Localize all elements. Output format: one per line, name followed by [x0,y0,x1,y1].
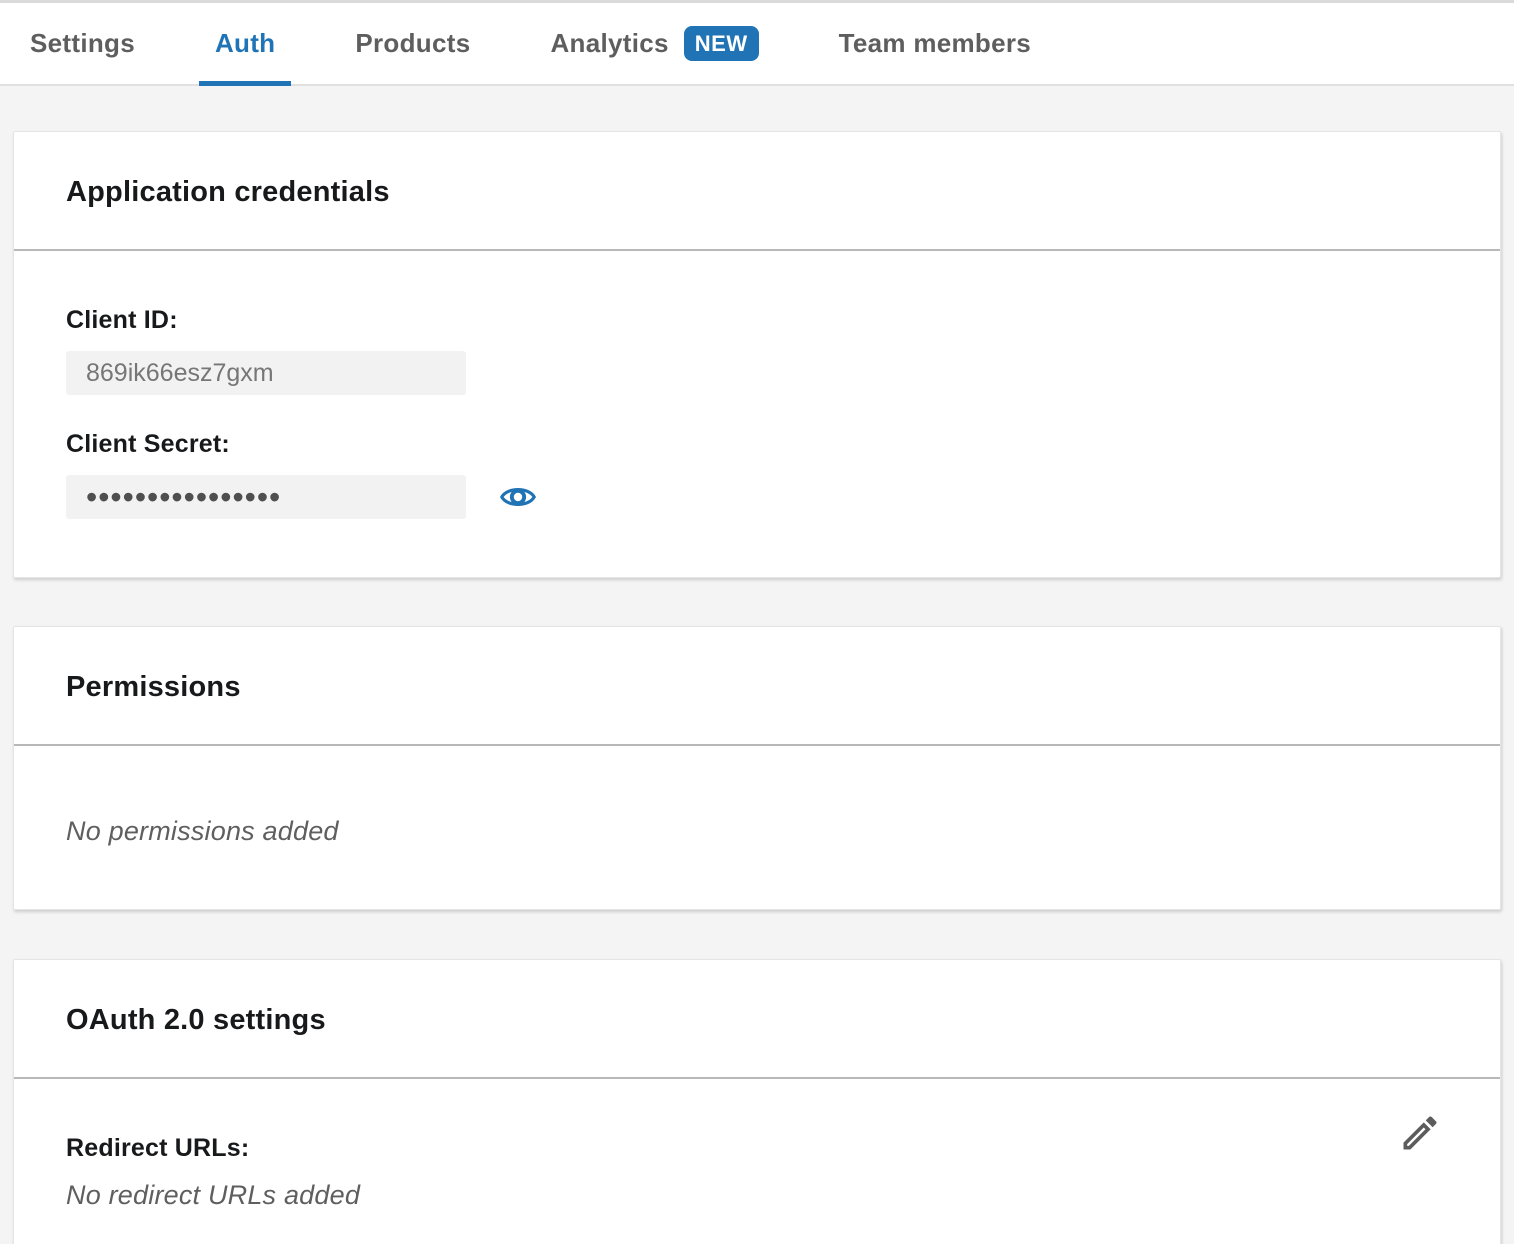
client-id-label: Client ID: [66,306,1448,335]
eye-icon [500,499,536,514]
pencil-icon [1398,1143,1442,1158]
permissions-header: Permissions [14,627,1500,746]
tab-products[interactable]: Products [339,3,486,84]
oauth-settings-title: OAuth 2.0 settings [66,1004,1448,1037]
client-secret-label: Client Secret: [66,430,1448,459]
application-credentials-body: Client ID: 869ik66esz7gxm Client Secret:… [14,251,1500,577]
application-credentials-card: Application credentials Client ID: 869ik… [13,131,1501,578]
app-tabs: Settings Auth Products Analytics NEW Tea… [0,0,1514,86]
permissions-body: No permissions added [14,746,1500,909]
tab-products-label: Products [355,28,470,59]
tab-analytics[interactable]: Analytics NEW [534,3,774,84]
reveal-secret-button[interactable] [500,483,536,511]
client-id-field[interactable]: 869ik66esz7gxm [66,351,466,395]
tab-analytics-label: Analytics [550,28,668,59]
tab-auth-label: Auth [215,28,275,59]
permissions-empty-text: No permissions added [66,816,1448,847]
auth-page: Application credentials Client ID: 869ik… [0,131,1514,1244]
redirect-urls-label: Redirect URLs: [66,1134,1448,1163]
client-secret-row: •••••••••••••••• [66,459,1448,519]
application-credentials-header: Application credentials [14,132,1500,251]
tab-settings[interactable]: Settings [14,3,151,84]
permissions-title: Permissions [66,671,1448,704]
permissions-card: Permissions No permissions added [13,626,1501,910]
tab-team-members[interactable]: Team members [823,3,1047,84]
oauth-settings-card: OAuth 2.0 settings Redirect URLs: No red… [13,959,1501,1244]
application-credentials-title: Application credentials [66,176,1448,209]
new-badge: NEW [684,26,759,61]
tab-auth[interactable]: Auth [199,3,291,84]
oauth-settings-body: Redirect URLs: No redirect URLs added [14,1079,1500,1244]
client-secret-field[interactable]: •••••••••••••••• [66,475,466,519]
tab-team-members-label: Team members [839,28,1031,59]
tab-settings-label: Settings [30,28,135,59]
redirect-urls-empty-text: No redirect URLs added [66,1180,1448,1211]
edit-redirect-urls-button[interactable] [1398,1111,1442,1155]
oauth-settings-header: OAuth 2.0 settings [14,960,1500,1079]
